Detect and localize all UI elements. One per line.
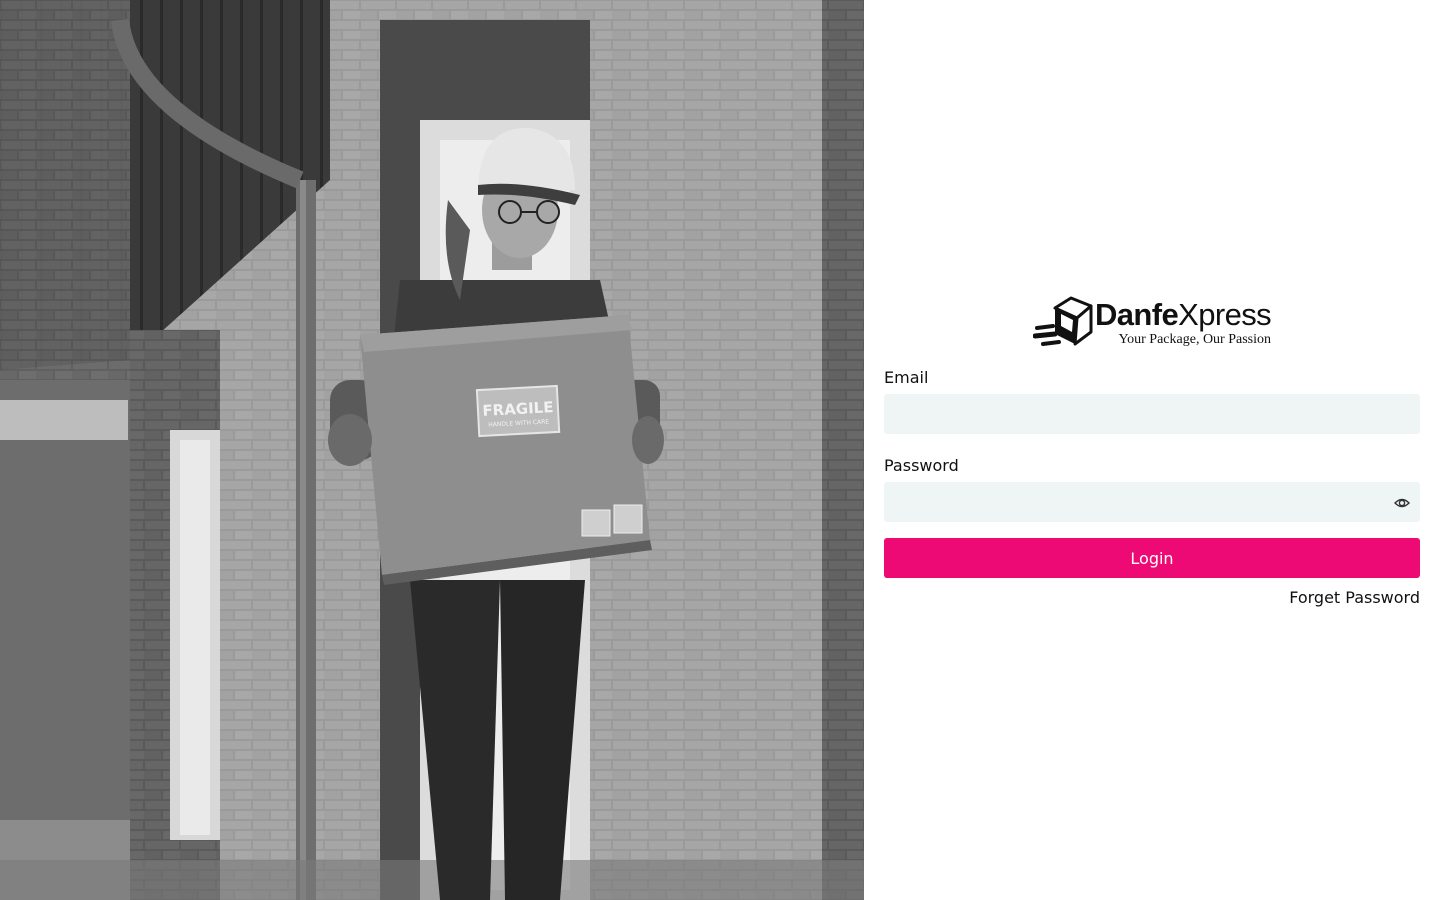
brand-tagline: Your Package, Our Passion xyxy=(1118,331,1272,347)
password-field-group: Password xyxy=(884,454,1420,522)
brand-name-bold: Danfe xyxy=(1094,296,1179,332)
login-page: FRAGILE HANDLE WITH CARE DanfeXpress You… xyxy=(0,0,1440,900)
password-input[interactable] xyxy=(884,482,1420,522)
password-label: Password xyxy=(884,456,959,475)
login-panel: DanfeXpress Your Package, Our Passion Em… xyxy=(864,0,1440,900)
brand-name: DanfeXpress xyxy=(1094,296,1272,332)
email-input[interactable] xyxy=(884,394,1420,434)
password-wrapper xyxy=(884,482,1420,522)
box-fragile-label: FRAGILE xyxy=(482,398,554,420)
login-button[interactable]: Login xyxy=(884,538,1420,578)
email-label: Email xyxy=(884,368,929,387)
eye-icon[interactable] xyxy=(1394,495,1410,511)
login-form: DanfeXpress Your Package, Our Passion Em… xyxy=(884,290,1420,608)
package-box-icon xyxy=(1032,296,1093,346)
forget-password-link[interactable]: Forget Password xyxy=(884,588,1420,608)
hero-image: FRAGILE HANDLE WITH CARE xyxy=(0,0,864,900)
email-field-group: Email xyxy=(884,366,1420,434)
brand-logo: DanfeXpress Your Package, Our Passion xyxy=(884,290,1420,352)
brand-name-regular: Xpress xyxy=(1178,296,1272,332)
